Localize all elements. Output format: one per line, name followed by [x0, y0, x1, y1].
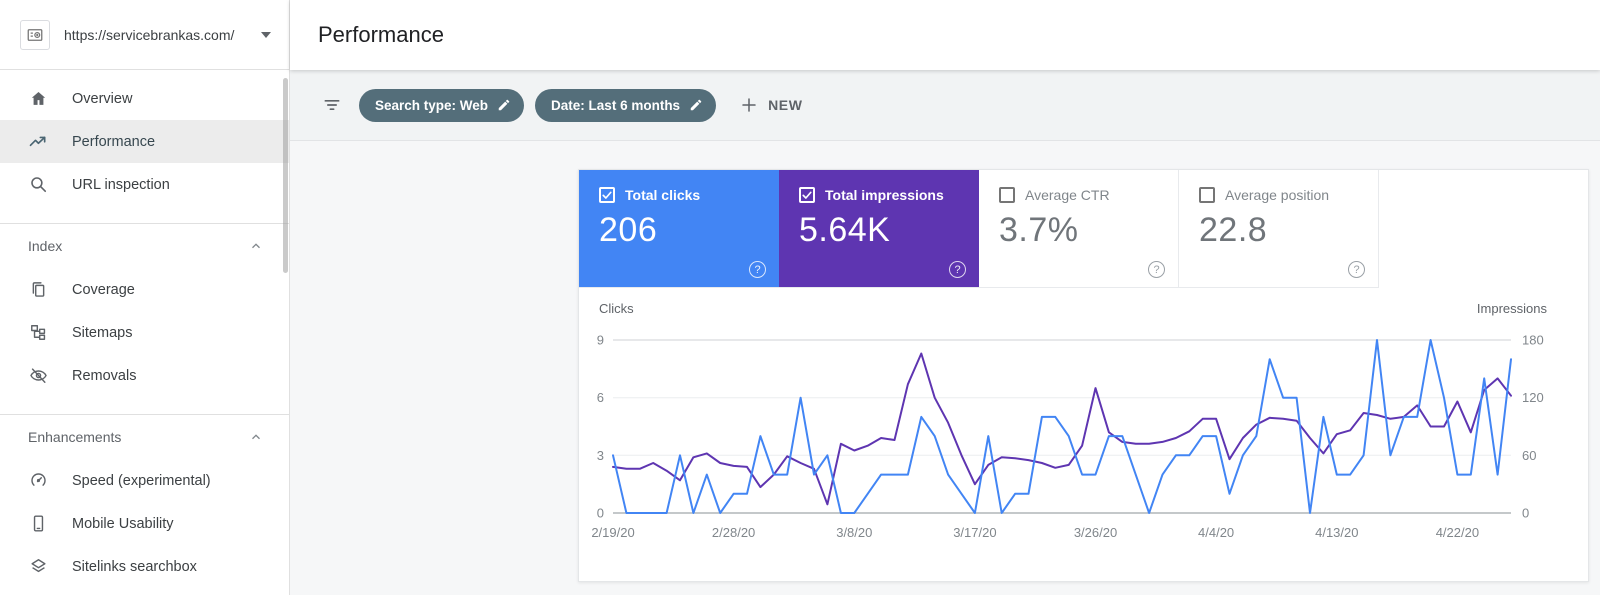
sidebar-item-overview[interactable]: Overview — [0, 77, 289, 120]
svg-text:3/8/20: 3/8/20 — [836, 525, 872, 540]
svg-text:3/26/20: 3/26/20 — [1074, 525, 1117, 540]
section-index[interactable]: Index — [0, 224, 289, 268]
sidebar-item-sitemaps[interactable]: Sitemaps — [0, 311, 289, 354]
pages-icon — [28, 280, 48, 300]
sidebar-item-label: Performance — [72, 134, 155, 150]
metric-card-total-clicks[interactable]: Total clicks 206 ? — [579, 170, 779, 288]
filter-chip-date[interactable]: Date: Last 6 months — [535, 89, 716, 122]
sidebar-item-performance[interactable]: Performance — [0, 120, 289, 163]
sidebar-scrollbar[interactable] — [283, 78, 288, 273]
svg-text:120: 120 — [1522, 390, 1544, 405]
sidebar-item-label: Overview — [72, 91, 132, 107]
metric-card-total-impressions[interactable]: Total impressions 5.64K ? — [779, 170, 979, 288]
layers-icon — [28, 557, 48, 577]
trending-up-icon — [28, 132, 48, 152]
sidebar-item-mobile-usability[interactable]: Mobile Usability — [0, 502, 289, 545]
sidebar-item-label: Sitelinks searchbox — [72, 559, 197, 575]
edit-icon[interactable] — [689, 98, 703, 112]
svg-text:9: 9 — [597, 333, 604, 348]
chevron-down-icon — [261, 32, 271, 38]
new-filter-button[interactable]: NEW — [740, 96, 802, 114]
main-area: Performance Search type: Web Dat — [290, 0, 1600, 595]
sidebar-item-coverage[interactable]: Coverage — [0, 268, 289, 311]
help-icon[interactable]: ? — [949, 261, 966, 278]
svg-text:0: 0 — [1522, 506, 1529, 521]
svg-text:Clicks: Clicks — [599, 301, 634, 316]
svg-text:180: 180 — [1522, 333, 1544, 348]
property-selector[interactable]: https://servicebrankas.com/ — [0, 0, 289, 70]
svg-text:6: 6 — [597, 390, 604, 405]
sidebar: https://servicebrankas.com/ Overview — [0, 0, 290, 595]
svg-text:60: 60 — [1522, 448, 1536, 463]
sidebar-item-speed[interactable]: Speed (experimental) — [0, 459, 289, 502]
eye-off-icon — [28, 366, 48, 386]
svg-text:0: 0 — [597, 506, 604, 521]
sidebar-item-label: Sitemaps — [72, 325, 132, 341]
chip-label: Search type: Web — [375, 98, 488, 113]
help-icon[interactable]: ? — [749, 261, 766, 278]
metric-value: 22.8 — [1199, 211, 1378, 250]
metric-card-average-position[interactable]: Average position 22.8 ? — [1179, 170, 1379, 288]
metric-label: Average CTR — [1025, 187, 1110, 203]
sidebar-item-label: Removals — [72, 368, 136, 384]
metric-value: 3.7% — [999, 211, 1178, 250]
speedometer-icon — [28, 471, 48, 491]
section-enhancements[interactable]: Enhancements — [0, 415, 289, 459]
section-label: Index — [28, 238, 62, 254]
svg-text:3/17/20: 3/17/20 — [953, 525, 996, 540]
new-button-label: NEW — [768, 97, 802, 113]
metric-value: 5.64K — [799, 211, 979, 250]
sidebar-item-sitelinks-searchbox[interactable]: Sitelinks searchbox — [0, 545, 289, 588]
sidebar-item-url-inspection[interactable]: URL inspection — [0, 163, 289, 206]
metric-cards: Total clicks 206 ? Total impre — [579, 170, 1588, 288]
metric-label: Total impressions — [825, 187, 944, 203]
svg-text:3: 3 — [597, 448, 604, 463]
tree-icon — [28, 323, 48, 343]
search-console-app: https://servicebrankas.com/ Overview — [0, 0, 1600, 595]
checkbox-unchecked-icon[interactable] — [999, 187, 1015, 203]
chevron-up-icon — [249, 430, 263, 444]
filter-chip-search-type[interactable]: Search type: Web — [359, 89, 524, 122]
content-area: Total clicks 206 ? Total impre — [290, 141, 1600, 595]
checkbox-unchecked-icon[interactable] — [1199, 187, 1215, 203]
help-icon[interactable]: ? — [1148, 261, 1165, 278]
property-url: https://servicebrankas.com/ — [64, 27, 261, 43]
help-icon[interactable]: ? — [1348, 261, 1365, 278]
sidebar-item-label: Speed (experimental) — [72, 473, 211, 489]
section-label: Enhancements — [28, 429, 121, 445]
smartphone-icon — [28, 514, 48, 534]
sidebar-item-label: URL inspection — [72, 177, 170, 193]
chip-label: Date: Last 6 months — [551, 98, 680, 113]
performance-chart: 0 3 6 9 0 60 120 180 2/19/20 2/28/20 3/8/20 3/17/20… — [579, 288, 1588, 581]
metric-label: Average position — [1225, 187, 1329, 203]
sidebar-nav: Overview Performance U — [0, 70, 289, 595]
svg-text:Impressions: Impressions — [1477, 301, 1548, 316]
sidebar-item-label: Coverage — [72, 282, 135, 298]
metric-card-average-ctr[interactable]: Average CTR 3.7% ? — [979, 170, 1179, 288]
svg-text:2/28/20: 2/28/20 — [712, 525, 755, 540]
sidebar-item-label: Mobile Usability — [72, 516, 174, 532]
home-icon — [28, 89, 48, 109]
chevron-up-icon — [249, 239, 263, 253]
metric-label: Total clicks — [625, 187, 700, 203]
page-title: Performance — [318, 22, 444, 48]
property-icon — [20, 20, 50, 50]
svg-text:2/19/20: 2/19/20 — [591, 525, 634, 540]
edit-icon[interactable] — [497, 98, 511, 112]
svg-text:4/22/20: 4/22/20 — [1436, 525, 1479, 540]
svg-text:4/13/20: 4/13/20 — [1315, 525, 1358, 540]
metric-value: 206 — [599, 211, 779, 250]
search-icon — [28, 175, 48, 195]
filter-bar: Search type: Web Date: Last 6 months — [290, 70, 1600, 141]
plus-icon — [740, 96, 758, 114]
checkbox-checked-icon[interactable] — [799, 187, 815, 203]
performance-panel: Total clicks 206 ? Total impre — [578, 169, 1589, 582]
sidebar-item-removals[interactable]: Removals — [0, 354, 289, 397]
filter-icon[interactable] — [322, 95, 342, 115]
page-header: Performance — [290, 0, 1600, 70]
metric-cards-filler — [1379, 170, 1588, 288]
svg-text:4/4/20: 4/4/20 — [1198, 525, 1234, 540]
checkbox-checked-icon[interactable] — [599, 187, 615, 203]
